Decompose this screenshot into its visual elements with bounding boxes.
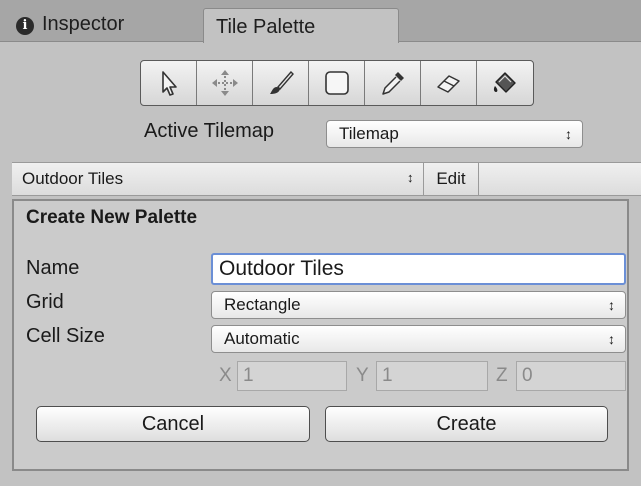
move-tool-button[interactable] — [197, 61, 253, 105]
palette-dropdown-arrows-icon: ↕ — [407, 170, 414, 185]
create-button[interactable]: Create — [325, 406, 608, 442]
tile-palette-window: i Inspector Tile Palette Active Tilemap … — [0, 0, 641, 486]
grid-dropdown[interactable]: Rectangle ↕ — [211, 291, 626, 319]
box-fill-icon — [324, 71, 349, 95]
info-icon: i — [16, 17, 34, 35]
tool-toolbar — [140, 60, 534, 106]
palette-selector-bar: Outdoor Tiles ↕ Edit — [12, 162, 641, 196]
tab-tile-palette[interactable]: Tile Palette — [203, 8, 399, 43]
dropdown-arrows-icon: ↕ — [608, 297, 615, 313]
cell-size-x-field[interactable]: 1 — [237, 361, 347, 391]
cancel-button[interactable]: Cancel — [36, 406, 310, 442]
grid-label: Grid — [26, 291, 64, 313]
paint-brush-icon — [269, 70, 294, 94]
cell-size-z-field[interactable]: 0 — [516, 361, 626, 391]
select-tool-button[interactable] — [141, 61, 197, 105]
tab-inspector-label: Inspector — [42, 13, 125, 35]
cell-size-y-field[interactable]: 1 — [376, 361, 488, 391]
palette-name-input[interactable] — [211, 253, 626, 285]
active-tilemap-value: Tilemap — [339, 124, 399, 143]
palette-dropdown[interactable]: Outdoor Tiles — [22, 169, 123, 189]
tab-tile-palette-label: Tile Palette — [216, 16, 316, 38]
picker-icon — [381, 72, 404, 95]
cell-size-x-label: X — [219, 365, 232, 386]
picker-tool-button[interactable] — [365, 61, 421, 105]
box-fill-tool-button[interactable] — [309, 61, 365, 105]
fill-bucket-tool-button[interactable] — [477, 61, 533, 105]
cell-size-label: Cell Size — [26, 325, 105, 347]
tab-bar: i Inspector Tile Palette — [0, 0, 641, 43]
edit-palette-button[interactable]: Edit — [423, 163, 479, 195]
cell-size-dropdown[interactable]: Automatic ↕ — [211, 325, 626, 353]
grid-value: Rectangle — [224, 295, 301, 314]
create-new-palette-dialog: Create New Palette Name Grid Rectangle ↕… — [12, 199, 629, 471]
active-tilemap-row: Active Tilemap Tilemap ↕ — [0, 118, 641, 152]
paint-brush-tool-button[interactable] — [253, 61, 309, 105]
select-tool-icon — [161, 71, 177, 96]
cell-size-z-label: Z — [496, 365, 508, 386]
active-tilemap-label: Active Tilemap — [144, 120, 275, 142]
eraser-tool-button[interactable] — [421, 61, 477, 105]
dropdown-arrows-icon: ↕ — [608, 331, 615, 347]
dialog-title: Create New Palette — [26, 207, 198, 228]
move-tool-icon — [211, 70, 238, 96]
fill-bucket-icon — [493, 72, 516, 93]
dropdown-arrows-icon: ↕ — [565, 126, 572, 142]
cell-size-y-label: Y — [356, 365, 369, 386]
tab-inspector[interactable]: i Inspector — [12, 6, 187, 42]
eraser-icon — [436, 75, 460, 93]
active-tilemap-dropdown[interactable]: Tilemap ↕ — [326, 120, 583, 148]
name-label: Name — [26, 257, 80, 279]
cell-size-value: Automatic — [224, 329, 300, 348]
